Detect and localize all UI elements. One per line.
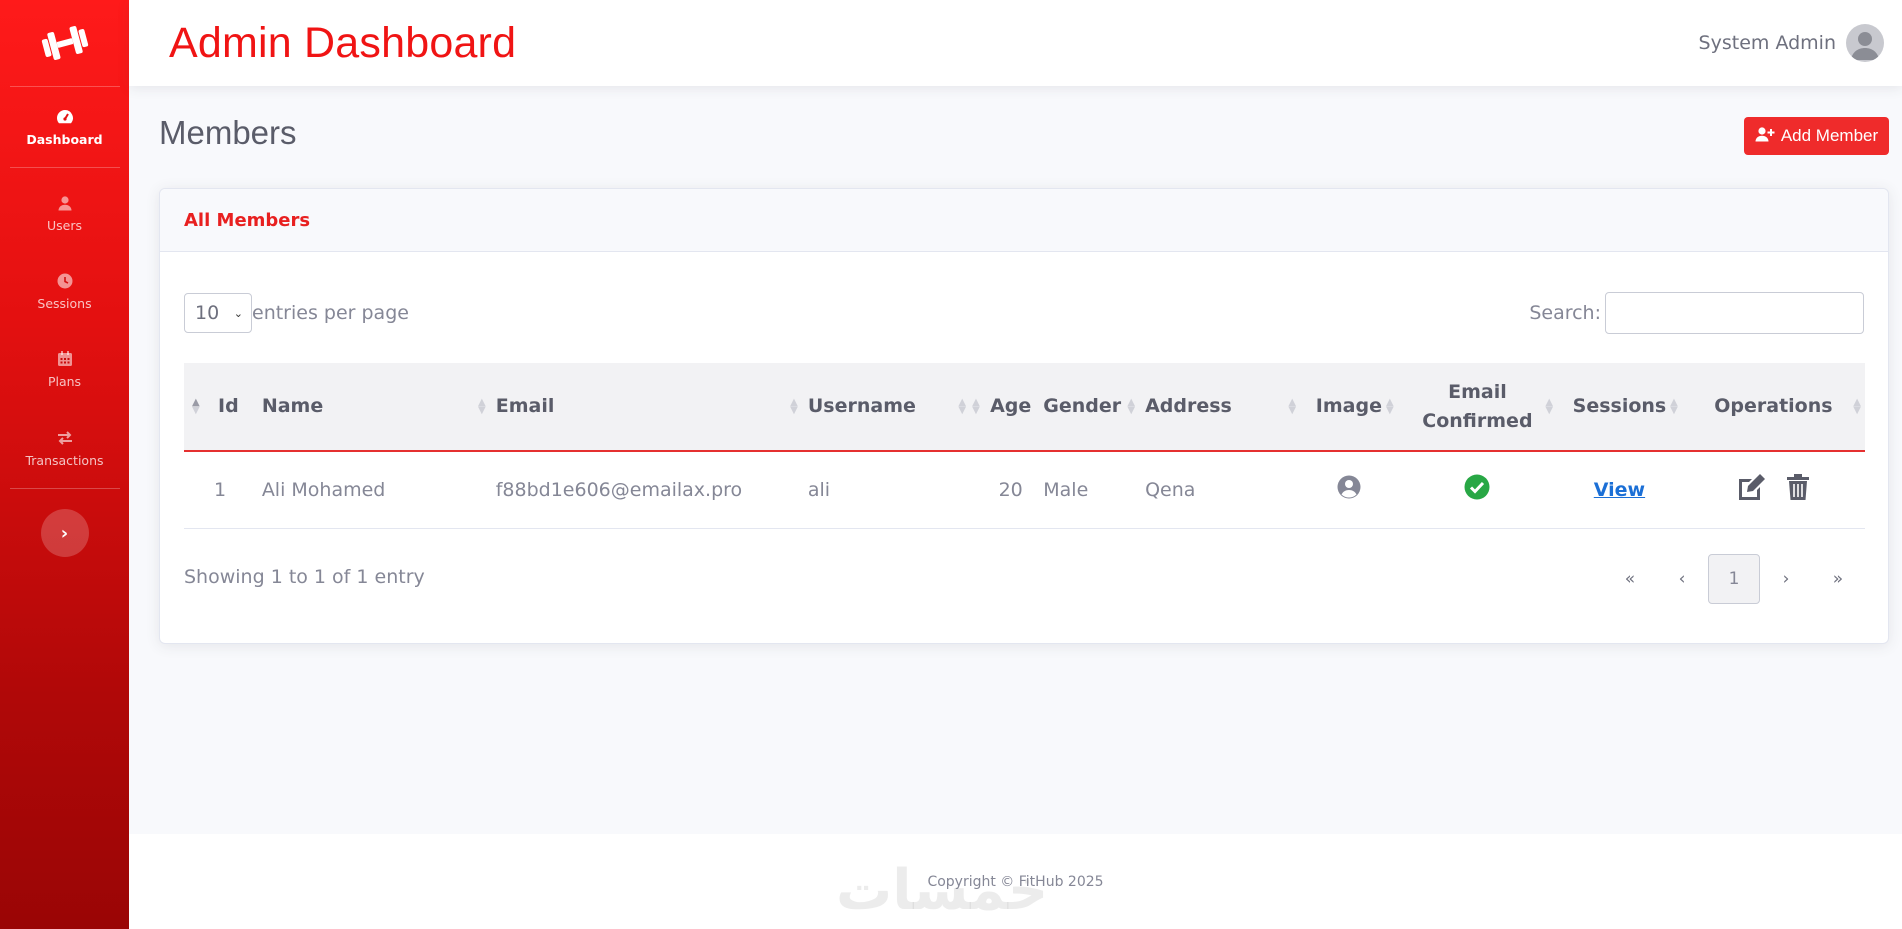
- dumbbell-icon: [41, 26, 88, 60]
- search-label: Search:: [1529, 302, 1601, 324]
- sort-icon: ▲ ▼: [1853, 396, 1861, 416]
- pagination-first[interactable]: «: [1604, 554, 1656, 604]
- table-header-row: ▲ ▼ Id Name ▲ ▼ Email ▲ ▼ Username ▲ ▼ ▲ ▼ Age Gen…: [184, 363, 1865, 452]
- members-table: ▲ ▼ Id Name ▲ ▼ Email ▲ ▼ Username ▲ ▼ ▲ ▼ Age Gen…: [184, 363, 1865, 529]
- sidebar-item-label: Transactions: [25, 452, 104, 468]
- column-gender[interactable]: Gender ▲ ▼: [1037, 363, 1140, 452]
- watermark-logo: خمسات: [836, 858, 1049, 923]
- sidebar-divider: [9, 167, 120, 168]
- cell-email-confirmed: [1398, 451, 1557, 528]
- calendar-icon: [56, 350, 74, 368]
- sidebar-item-label: Sessions: [37, 295, 92, 311]
- sort-icon: ▲ ▼: [478, 396, 486, 416]
- column-address[interactable]: Address ▲ ▼: [1139, 363, 1301, 452]
- cell-operations: [1682, 451, 1865, 528]
- check-circle-icon: [1464, 474, 1490, 505]
- sidebar-item-label: Plans: [47, 373, 82, 389]
- user-icon: [56, 194, 74, 212]
- brand-logo[interactable]: [0, 0, 129, 86]
- column-email-confirmed[interactable]: Email Confirmed ▲ ▼: [1397, 363, 1558, 452]
- sort-icon: ▲ ▼: [1545, 396, 1554, 416]
- pagination-current[interactable]: 1: [1708, 554, 1760, 604]
- user-menu[interactable]: System Admin: [1699, 24, 1884, 62]
- sidebar-item-label: Users: [46, 217, 82, 233]
- sidebar-item-sessions[interactable]: Sessions: [0, 252, 129, 330]
- chevron-down-icon: ⌄: [233, 306, 243, 320]
- gauge-icon: [56, 108, 74, 126]
- entries-value: 10: [195, 302, 220, 324]
- pagination-prev[interactable]: ‹: [1656, 554, 1708, 604]
- column-age[interactable]: ▲ ▼ Age: [970, 363, 1038, 452]
- column-sessions[interactable]: Sessions ▲ ▼: [1557, 363, 1682, 452]
- cell-id: 1: [214, 478, 227, 501]
- cell-gender: Male: [1043, 478, 1089, 501]
- user-plus-icon: [1755, 126, 1775, 147]
- page-title: Members: [159, 114, 297, 151]
- sort-icon: ▲ ▼: [1670, 396, 1678, 416]
- sort-icon: ▲ ▼: [1288, 396, 1297, 416]
- cell-name: Ali Mohamed: [261, 478, 386, 501]
- cell-address: Qena: [1145, 478, 1196, 501]
- topbar: Admin Dashboard System Admin: [129, 0, 1902, 86]
- cell-username: ali: [807, 478, 831, 501]
- members-card: All Members 10 ⌄ entries per page Search…: [159, 188, 1889, 644]
- sort-icon: ▲ ▼: [958, 396, 967, 416]
- user-circle-icon: [1337, 475, 1361, 504]
- sidebar-item-dashboard[interactable]: Dashboard: [0, 87, 129, 167]
- pagination: « ‹ 1 › »: [1604, 554, 1864, 604]
- chevron-right-icon: ›: [60, 522, 69, 544]
- column-username[interactable]: Username ▲ ▼: [801, 363, 971, 452]
- sidebar-item-plans[interactable]: Plans: [0, 330, 129, 408]
- sidebar-item-label: Dashboard: [26, 131, 103, 147]
- column-email[interactable]: Email ▲ ▼: [489, 363, 802, 452]
- column-image[interactable]: Image ▲ ▼: [1300, 363, 1398, 452]
- sort-asc-icon: ▲ ▼: [192, 396, 200, 416]
- cell-sessions: View: [1557, 451, 1682, 528]
- cell-age: 20: [998, 478, 1023, 501]
- sort-icon: ▲ ▼: [972, 396, 980, 416]
- search-input[interactable]: [1605, 292, 1864, 334]
- entries-label: entries per page: [252, 302, 409, 324]
- view-sessions-link[interactable]: View: [1594, 479, 1645, 501]
- search-control: Search:: [1529, 292, 1864, 334]
- column-id[interactable]: ▲ ▼ Id: [184, 363, 256, 452]
- cell-image: [1300, 451, 1398, 528]
- pagination-last[interactable]: »: [1812, 554, 1864, 604]
- sidebar-divider: [9, 488, 120, 489]
- sort-icon: ▲ ▼: [1386, 396, 1394, 416]
- app-title: Admin Dashboard: [169, 18, 517, 67]
- column-name[interactable]: Name ▲ ▼: [255, 363, 490, 452]
- sidebar-item-transactions[interactable]: Transactions: [0, 408, 129, 488]
- entries-control: 10 ⌄ entries per page: [184, 293, 409, 333]
- sidebar-item-users[interactable]: Users: [0, 174, 129, 252]
- table-info: Showing 1 to 1 of 1 entry: [184, 566, 425, 588]
- sort-icon: ▲ ▼: [1127, 396, 1136, 416]
- edit-icon[interactable]: [1736, 473, 1766, 506]
- avatar: [1846, 24, 1884, 62]
- pagination-next[interactable]: ›: [1760, 554, 1812, 604]
- sidebar-toggle-button[interactable]: ›: [40, 509, 89, 557]
- card-header: All Members: [160, 189, 1888, 252]
- add-member-button[interactable]: Add Member: [1744, 117, 1889, 155]
- table-controls: 10 ⌄ entries per page Search:: [184, 292, 1864, 334]
- user-name: System Admin: [1698, 32, 1836, 54]
- sort-icon: ▲ ▼: [790, 396, 798, 416]
- trash-icon[interactable]: [1786, 473, 1810, 506]
- table-row: 1 Ali Mohamed f88bd1e606@emailax.pro ali…: [184, 451, 1865, 528]
- column-operations[interactable]: Operations ▲ ▼: [1681, 363, 1865, 452]
- add-member-label: Add Member: [1780, 126, 1879, 145]
- card-title: All Members: [184, 209, 311, 231]
- cell-email: f88bd1e606@emailax.pro: [495, 478, 743, 501]
- entries-select[interactable]: 10 ⌄: [184, 293, 252, 333]
- clock-icon: [56, 272, 74, 290]
- sidebar: Dashboard Users Sessions Plans Transacti…: [0, 0, 129, 929]
- exchange-icon: [56, 429, 74, 447]
